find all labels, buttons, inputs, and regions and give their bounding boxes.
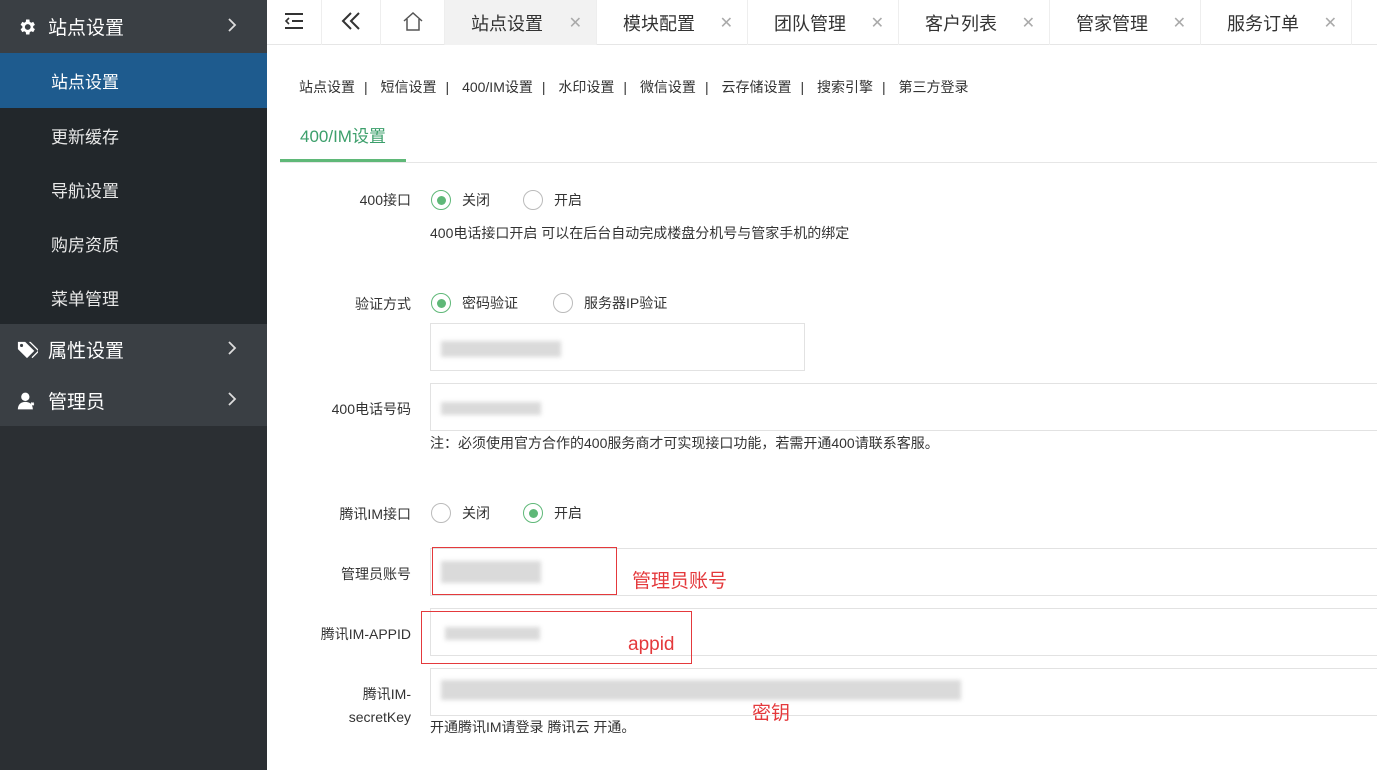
- radio-label: 密码验证: [462, 295, 518, 311]
- port400-label: 400接口: [359, 192, 411, 208]
- im-port-label: 腾讯IM接口: [339, 506, 411, 522]
- phone400-input[interactable]: [430, 383, 1377, 431]
- close-icon[interactable]: ✕: [1173, 13, 1186, 33]
- redacted-value: [441, 341, 561, 357]
- tab-team-management[interactable]: 团队管理 ✕: [748, 0, 899, 45]
- phone400-label: 400电话号码: [331, 401, 411, 417]
- secretkey-label-line2: secretKey: [348, 709, 411, 725]
- secretkey-help: 开通腾讯IM请登录 腾讯云 开通。: [430, 719, 636, 735]
- annotation-appid: appid: [628, 634, 675, 655]
- phone400-note: 注：必须使用官方合作的400服务商才可实现接口功能，若需开通400请联系客服。: [430, 435, 939, 451]
- port400-help: 400电话接口开启 可以在后台自动完成楼盘分机号与管家手机的绑定: [430, 225, 850, 241]
- home-icon: [402, 11, 424, 34]
- close-icon[interactable]: ✕: [1324, 13, 1337, 33]
- tab-label: 模块配置: [623, 13, 695, 34]
- sidebar-group-label: 站点设置: [48, 18, 125, 39]
- tab-label: 站点设置: [471, 13, 543, 34]
- tab-site-settings[interactable]: 站点设置 ✕: [445, 0, 597, 45]
- radio-label: 服务器IP验证: [584, 295, 668, 311]
- tab-bar: 站点设置 ✕ 模块配置 ✕ 团队管理 ✕ 客户列表 ✕ 管家管理 ✕ 服务订单 ✕: [267, 0, 1377, 45]
- radio-unchecked-icon: [553, 293, 573, 313]
- link-400-im-settings[interactable]: 400/IM设置: [462, 79, 533, 95]
- sidebar-item-purchase-qualification[interactable]: 购房资质: [0, 216, 267, 270]
- close-icon[interactable]: ✕: [871, 13, 884, 33]
- radio-label: 关闭: [462, 192, 490, 208]
- link-cloud-storage-settings[interactable]: 云存储设置: [721, 79, 791, 95]
- sidebar-item-site-settings[interactable]: 站点设置: [0, 53, 267, 108]
- auth-password-radio[interactable]: 密码验证: [431, 293, 518, 313]
- appid-label: 腾讯IM-APPID: [320, 626, 411, 642]
- close-icon[interactable]: ✕: [1022, 13, 1035, 33]
- sidebar-item-update-cache[interactable]: 更新缓存: [0, 108, 267, 162]
- radio-unchecked-icon: [431, 503, 451, 523]
- radio-checked-icon: [431, 293, 451, 313]
- radio-label: 关闭: [462, 505, 490, 521]
- settings-links: 站点设置 | 短信设置 | 400/IM设置 | 水印设置 | 微信设置 | 云存储设置 |…: [299, 79, 969, 95]
- tab-service-orders[interactable]: 服务订单 ✕: [1201, 0, 1352, 45]
- link-site-settings[interactable]: 站点设置: [299, 79, 355, 95]
- link-wechat-settings[interactable]: 微信设置: [640, 79, 696, 95]
- annotation-box: [432, 547, 617, 595]
- annotation-admin-account: 管理员账号: [632, 571, 728, 592]
- chevron-right-icon: [227, 339, 237, 361]
- close-icon[interactable]: ✕: [569, 13, 582, 33]
- port400-on-radio[interactable]: 开启: [523, 190, 582, 210]
- link-third-party-login[interactable]: 第三方登录: [899, 79, 969, 95]
- tabs-scroll-left-button[interactable]: [322, 0, 381, 45]
- sidebar-group-site-settings[interactable]: 站点设置: [0, 0, 267, 53]
- auth-method-label: 验证方式: [355, 296, 411, 312]
- double-chevron-left-icon: [341, 12, 361, 33]
- sidebar: 站点设置 站点设置 更新缓存 导航设置 购房资质 菜单管理 属性设置 管理员: [0, 0, 267, 770]
- tab-label: 管家管理: [1076, 13, 1148, 34]
- tab-label: 团队管理: [774, 13, 846, 34]
- tab-label: 服务订单: [1227, 13, 1299, 34]
- tab-module-config[interactable]: 模块配置 ✕: [597, 0, 748, 45]
- radio-label: 开启: [554, 192, 582, 208]
- tab-steward-management[interactable]: 管家管理 ✕: [1050, 0, 1201, 45]
- tab-label: 客户列表: [925, 13, 997, 34]
- close-icon[interactable]: ✕: [720, 13, 733, 33]
- gear-icon: [16, 16, 38, 38]
- radio-checked-icon: [431, 190, 451, 210]
- port400-off-radio[interactable]: 关闭: [431, 190, 490, 210]
- link-sms-settings[interactable]: 短信设置: [381, 79, 437, 95]
- menu-toggle-button[interactable]: [267, 0, 322, 45]
- section-tab-400-im[interactable]: 400/IM设置: [280, 124, 406, 162]
- radio-unchecked-icon: [523, 190, 543, 210]
- sidebar-group-label: 属性设置: [48, 341, 125, 362]
- im-on-radio[interactable]: 开启: [523, 503, 582, 523]
- redacted-value: [441, 402, 541, 415]
- tags-icon: [16, 339, 38, 361]
- sidebar-submenu: 站点设置 更新缓存 导航设置 购房资质 菜单管理: [0, 53, 267, 324]
- annotation-secret-key: 密钥: [752, 703, 791, 724]
- sidebar-group-attribute-settings[interactable]: 属性设置: [0, 324, 267, 375]
- admin-account-label: 管理员账号: [341, 566, 411, 582]
- radio-checked-icon: [523, 503, 543, 523]
- radio-label: 开启: [554, 505, 582, 521]
- secretkey-input[interactable]: [430, 668, 1377, 716]
- auth-password-input[interactable]: [430, 323, 805, 371]
- home-button[interactable]: [381, 0, 445, 45]
- secretkey-label-line1: 腾讯IM-: [362, 686, 411, 702]
- im-off-radio[interactable]: 关闭: [431, 503, 490, 523]
- chevron-right-icon: [227, 16, 237, 38]
- menu-fold-icon: [284, 13, 304, 32]
- auth-server-ip-radio[interactable]: 服务器IP验证: [553, 293, 667, 313]
- tab-customer-list[interactable]: 客户列表 ✕: [899, 0, 1050, 45]
- link-watermark-settings[interactable]: 水印设置: [558, 79, 614, 95]
- section-tab-divider: [280, 162, 1377, 163]
- redacted-value: [441, 680, 961, 700]
- link-search-engine[interactable]: 搜索引擎: [817, 79, 873, 95]
